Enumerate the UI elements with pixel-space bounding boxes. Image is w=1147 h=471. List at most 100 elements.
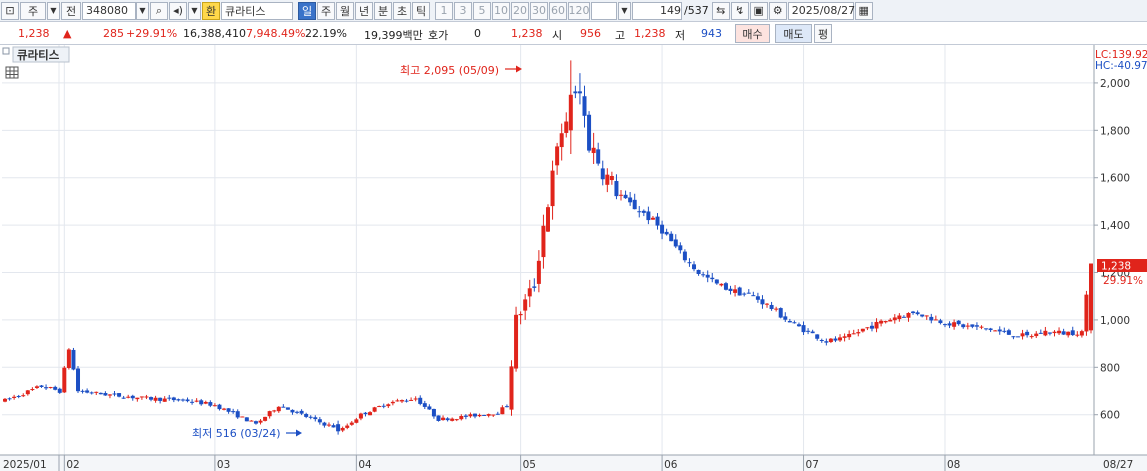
- candle-body: [842, 336, 847, 338]
- page-total: /537: [684, 4, 709, 17]
- candle-body: [655, 216, 660, 226]
- tab-daily[interactable]: 일: [298, 1, 316, 20]
- stock-code-value: 348080: [86, 4, 128, 17]
- candle-body: [755, 296, 760, 300]
- tab-daily-label: 일: [301, 4, 313, 18]
- candle-body: [258, 420, 263, 423]
- candle-body: [737, 287, 742, 296]
- last-price-text: 1,238: [1101, 261, 1131, 273]
- tab-minute[interactable]: 분: [374, 1, 392, 20]
- tab-yearly[interactable]: 년: [355, 1, 373, 20]
- candle-body: [185, 399, 190, 402]
- candle-body: [582, 96, 587, 116]
- candle-body: [112, 393, 117, 395]
- candle-body: [1061, 331, 1066, 335]
- custom-interval-input[interactable]: [591, 1, 617, 20]
- candle-body: [1025, 331, 1030, 336]
- tab-weekly[interactable]: 주: [317, 1, 335, 20]
- candle-body: [285, 407, 290, 410]
- candle-body: [1034, 333, 1039, 337]
- date-input[interactable]: 2025/08/27: [787, 1, 855, 20]
- candle-body: [295, 411, 300, 413]
- link-icon[interactable]: ⇆: [711, 1, 730, 20]
- candle-body: [860, 328, 865, 332]
- candle-body: [372, 407, 377, 412]
- candle: [546, 204, 550, 232]
- candle-body: [62, 367, 67, 393]
- candle-body: [441, 417, 446, 421]
- tab-second[interactable]: 초: [393, 1, 411, 20]
- candle-body: [728, 288, 733, 291]
- candle-body: [851, 333, 856, 335]
- interval-3[interactable]: 3: [454, 1, 472, 20]
- candle-body: [888, 319, 893, 322]
- candle-body: [30, 389, 35, 391]
- interval-5[interactable]: 5: [473, 1, 491, 20]
- candle-body: [422, 403, 427, 407]
- candle-body: [349, 422, 354, 425]
- interval-60[interactable]: 60: [549, 1, 567, 20]
- candle-body: [235, 411, 240, 418]
- stock-code-input[interactable]: 348080: [82, 1, 136, 20]
- sound-icon[interactable]: ◂): [169, 1, 187, 20]
- candle-body: [769, 304, 774, 310]
- candle: [723, 281, 728, 291]
- candle: [372, 406, 377, 413]
- sound-dropdown-icon[interactable]: ▼: [188, 1, 201, 20]
- interval-20[interactable]: 20: [511, 1, 529, 20]
- candle-body: [495, 413, 500, 415]
- tab-tick[interactable]: 틱: [412, 1, 430, 20]
- candle-body: [1006, 330, 1011, 335]
- tab-monthly[interactable]: 월: [336, 1, 354, 20]
- candle-body: [997, 329, 1002, 332]
- candle-body: [774, 308, 779, 310]
- price-change-pct: +29.91%: [126, 27, 178, 40]
- sell-button[interactable]: 매도: [775, 24, 812, 43]
- exchange-toggle[interactable]: 환: [202, 1, 220, 20]
- interval-120[interactable]: 120: [568, 1, 590, 20]
- candle-body: [619, 194, 624, 196]
- candlestick-chart[interactable]: 6008001,0001,2001,4001,6001,8002,000 202…: [0, 45, 1147, 471]
- candle-body: [399, 400, 404, 402]
- candle-body: [577, 91, 582, 94]
- page-position-field[interactable]: 149: [632, 1, 682, 20]
- buy-button[interactable]: 매수: [735, 24, 770, 43]
- candle: [778, 307, 783, 319]
- window-menu-icon[interactable]: ⊡: [1, 1, 19, 20]
- candle-body: [313, 417, 318, 420]
- chart-area[interactable]: 600 800 1,000 1,200 1,400 1,600 1,800 2,000 202…: [0, 45, 1147, 471]
- stock-code-dropdown-icon[interactable]: ▼: [136, 1, 149, 20]
- save-icon[interactable]: ▣: [749, 1, 768, 20]
- candle-body: [222, 408, 227, 410]
- candle-body: [1089, 263, 1093, 331]
- candle-body: [167, 397, 172, 399]
- custom-interval-dropdown-icon[interactable]: ▼: [618, 1, 631, 20]
- candle-body: [354, 419, 359, 423]
- interval-30-label: 30: [532, 4, 546, 17]
- stock-name-field[interactable]: 큐라티스: [221, 1, 293, 20]
- period-type-dropdown-icon[interactable]: ▼: [47, 1, 60, 20]
- candle-body: [669, 233, 674, 242]
- interval-1[interactable]: 1: [435, 1, 453, 20]
- volume: 16,388,410: [183, 27, 246, 40]
- candle-body: [71, 349, 76, 370]
- average-button[interactable]: 평: [814, 24, 832, 43]
- calendar-icon[interactable]: ▦: [854, 1, 873, 20]
- candle-body: [66, 349, 71, 368]
- candle-body: [436, 415, 441, 421]
- candle-body: [21, 395, 26, 397]
- candle-body: [212, 405, 217, 407]
- draw-tool-icon[interactable]: ↯: [730, 1, 749, 20]
- prev-button[interactable]: 전: [61, 1, 81, 20]
- candle-body: [144, 396, 149, 398]
- trade-amount: 19,399백만: [364, 29, 423, 42]
- exchange-label: 환: [205, 4, 217, 18]
- period-type-select[interactable]: 주: [20, 1, 46, 20]
- search-icon[interactable]: ⌕: [150, 1, 168, 20]
- candle-body: [390, 401, 395, 404]
- interval-30[interactable]: 30: [530, 1, 548, 20]
- candle: [240, 416, 245, 418]
- table-icon[interactable]: [5, 66, 19, 79]
- interval-10[interactable]: 10: [492, 1, 510, 20]
- gear-icon[interactable]: ⚙: [768, 1, 787, 20]
